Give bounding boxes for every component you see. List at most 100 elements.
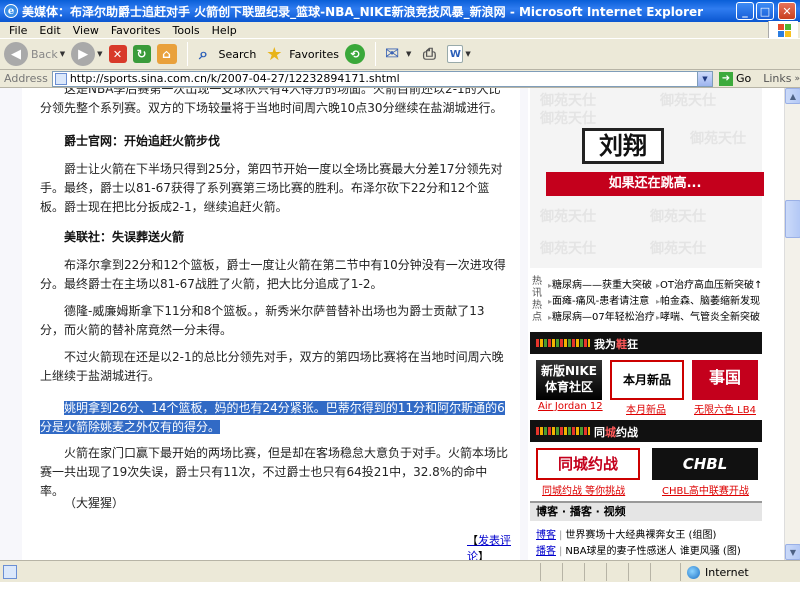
globe-icon: [687, 565, 700, 579]
forward-arrow-icon: ▶: [71, 42, 96, 66]
ad-slogan: 如果还在跳高...: [546, 172, 764, 196]
scroll-down-icon[interactable]: ▼: [785, 544, 800, 560]
home-icon: ⌂: [156, 44, 177, 64]
article-paragraph-selected: 姚明拿到26分、14个篮板，妈的也有24分紧张。巴蒂尔得到的11分和阿尔斯通的6…: [40, 399, 508, 437]
watermark-text: 御苑天仕: [660, 93, 716, 109]
menu-favorites[interactable]: Favorites: [105, 24, 167, 37]
section-title: 同城约战: [594, 426, 638, 439]
scroll-up-icon[interactable]: ▲: [785, 88, 800, 104]
menu-file[interactable]: File: [3, 24, 33, 37]
stop-button[interactable]: ✕: [108, 45, 127, 63]
promo-caption[interactable]: 本月新品: [626, 401, 666, 416]
article-paragraph: 火箭在家门口赢下最开始的两场比赛，但是却在客场稳怠大意负于对手。火箭本场比赛一共…: [40, 446, 509, 498]
mail-icon: ✉: [384, 44, 400, 64]
forward-button[interactable]: ▶ ▼: [71, 42, 103, 66]
links-button[interactable]: Links: [763, 72, 791, 85]
menu-view[interactable]: View: [67, 24, 105, 37]
go-arrow-icon: ➜: [718, 71, 733, 86]
hot-link[interactable]: 哮喘、气管炎全新突破: [656, 308, 760, 323]
blog-link[interactable]: NBA球星的妻子性感迷人 谁更风骚 (图): [565, 546, 740, 557]
search-button[interactable]: ⌕ Search: [192, 42, 257, 66]
print-button[interactable]: ⎙: [417, 42, 441, 66]
section-title: 我为鞋狂: [594, 338, 638, 351]
chevron-down-icon[interactable]: ▼: [696, 71, 712, 86]
minimize-button[interactable]: _: [736, 2, 754, 20]
chevron-down-icon[interactable]: ▼: [60, 50, 65, 58]
hot-link[interactable]: 糖尿病—07年轻松治疗: [548, 308, 655, 323]
hot-link[interactable]: 帕金森、脑萎缩新发现: [656, 292, 760, 307]
printer-icon: ⎙: [422, 44, 436, 63]
blog-tag[interactable]: 博客: [536, 530, 556, 541]
menu-edit[interactable]: Edit: [33, 24, 66, 37]
toolbar-divider: [375, 42, 376, 66]
watermark-text: 御苑天仕: [540, 209, 596, 225]
back-button[interactable]: ◀ Back ▼: [4, 42, 65, 66]
refresh-button[interactable]: ↻: [132, 45, 151, 63]
hot-links: 热讯 热点 糖尿病——获重大突破 OT治疗高血压新突破↑ 面瘫-痛风-患者请注意…: [530, 274, 762, 326]
stop-icon: ✕: [108, 45, 127, 63]
promo-caption[interactable]: 同城约战 等你挑战: [542, 482, 625, 497]
nike-community-ad[interactable]: 新版NIKE 体育社区: [536, 360, 602, 400]
history-button[interactable]: ⟲: [345, 44, 365, 64]
blog-item[interactable]: 博客 | 世界赛场十大经典裸奔女王 (组图): [536, 526, 716, 541]
selected-text[interactable]: 姚明拿到26分、14个篮板，妈的也有24分紧张。巴蒂尔得到的11分和阿尔斯通的6…: [40, 401, 505, 434]
go-label: Go: [735, 72, 752, 85]
blog-item[interactable]: 播客 | NBA球星的妻子性感迷人 谁更风骚 (图): [536, 542, 741, 557]
address-label: Address: [4, 72, 48, 85]
hot-link[interactable]: 糖尿病——获重大突破: [548, 276, 652, 291]
menu-tools[interactable]: Tools: [167, 24, 206, 37]
city-promos: 同城约战 CHBL 同城约战 等你挑战 CHBL高中联赛开战: [530, 448, 762, 500]
favorites-button[interactable]: ★ Favorites: [262, 42, 339, 66]
address-input[interactable]: http://sports.sina.com.cn/k/2007-04-27/1…: [51, 70, 713, 87]
city-battle-ad[interactable]: 同城约战: [536, 448, 640, 480]
close-button[interactable]: ✕: [778, 2, 796, 20]
comment-link[interactable]: 【发表评论】: [467, 532, 520, 560]
star-icon: ★: [266, 43, 283, 65]
blog-section-title: 博客 · 播客 · 视频: [530, 501, 762, 521]
chevron-right-icon[interactable]: »: [794, 74, 800, 84]
menu-bar: File Edit View Favorites Tools Help: [0, 21, 800, 39]
home-button[interactable]: ⌂: [156, 44, 177, 64]
back-arrow-icon: ◀: [4, 42, 28, 66]
article-paragraph: 布泽尔拿到22分和12个篮板，爵士一度让火箭在第二节中有10分钟没有一次进攻得分…: [40, 258, 506, 291]
chbl-ad[interactable]: CHBL: [652, 448, 758, 480]
maximize-button[interactable]: □: [756, 2, 774, 20]
word-icon: W: [447, 45, 464, 63]
watermark-text: 御苑天仕: [540, 241, 596, 257]
windows-logo-icon: [768, 21, 798, 39]
chevron-down-icon[interactable]: ▼: [406, 50, 411, 58]
article: 这是NBA季后赛第一次出现一支球队只有4人得分的场面。火箭目前还以2-1的大比分…: [22, 88, 520, 560]
watermark-text: 御苑天仕: [650, 241, 706, 257]
mail-button[interactable]: ✉ ▼: [380, 42, 412, 66]
edit-button[interactable]: W ▼: [447, 45, 471, 63]
article-paragraph: 爵士让火箭在下半场只得到25分，第四节开始一度以全场比赛最大分差17分领先对手。…: [40, 162, 503, 214]
go-button[interactable]: ➜ Go: [718, 71, 752, 86]
chevron-down-icon[interactable]: ▼: [465, 50, 470, 58]
new-products-ad[interactable]: 本月新品: [610, 360, 684, 400]
watermark-text: 御苑天仕: [650, 209, 706, 225]
promo-caption[interactable]: CHBL高中联赛开战: [662, 482, 749, 497]
menu-help[interactable]: Help: [206, 24, 243, 37]
pixel-decoration-icon: [536, 339, 590, 347]
hot-link[interactable]: 面瘫-痛风-患者请注意: [548, 292, 649, 307]
search-label: Search: [218, 47, 257, 61]
favorites-label: Favorites: [289, 47, 339, 61]
address-url[interactable]: http://sports.sina.com.cn/k/2007-04-27/1…: [70, 72, 400, 85]
hot-tag: 热讯 热点: [532, 276, 542, 323]
page-status-icon: [3, 564, 17, 579]
ie-app-icon[interactable]: e: [4, 4, 18, 18]
blog-tag[interactable]: 播客: [536, 546, 556, 557]
vertical-scrollbar[interactable]: ▲ ▼: [784, 88, 800, 560]
scroll-thumb[interactable]: [785, 200, 800, 238]
security-zone[interactable]: Internet: [680, 563, 749, 581]
article-editor: （大猩猩）: [64, 496, 125, 510]
hot-link[interactable]: OT治疗高血压新突破↑: [656, 276, 762, 291]
blog-link[interactable]: 世界赛场十大经典裸奔女王 (组图): [565, 530, 716, 541]
chevron-down-icon[interactable]: ▼: [97, 50, 102, 58]
liuxiang-ad-banner[interactable]: 御苑天仕 御苑天仕 御苑天仕 御苑天仕 刘翔 如果还在跳高... 御苑天仕 御苑…: [530, 88, 764, 268]
lb4-ad[interactable]: 事国: [692, 360, 758, 400]
search-icon: ⌕: [199, 44, 208, 63]
window-title: 美媒体：布泽尔助爵士追赶对手 火箭创下联盟纪录_篮球-NBA_NIKE新浪竞技风…: [22, 4, 704, 19]
promo-caption[interactable]: Air Jordan 12: [538, 401, 603, 412]
promo-caption[interactable]: 无限六色 LB4: [694, 401, 756, 416]
